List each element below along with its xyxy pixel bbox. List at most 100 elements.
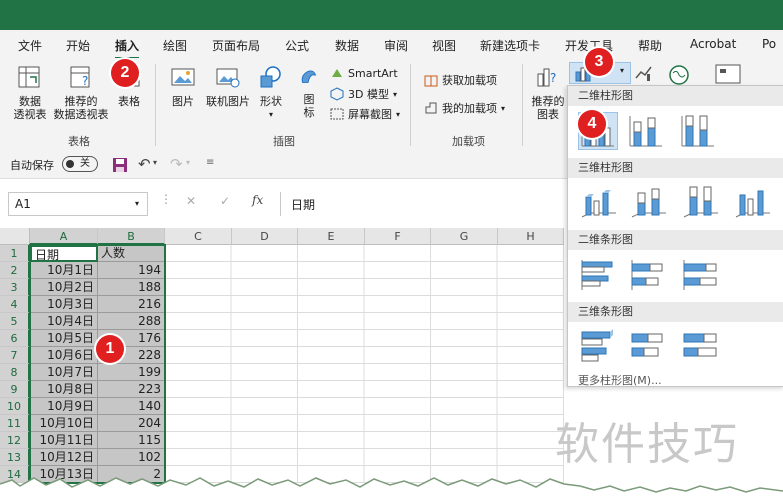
online-pictures-button[interactable]: 联机图片 — [203, 64, 253, 108]
date-cell[interactable]: 10月5日 — [30, 330, 98, 347]
row-header[interactable]: 11 — [0, 415, 30, 432]
column-header-e[interactable]: E — [298, 228, 365, 245]
date-cell[interactable]: 10月7日 — [30, 364, 98, 381]
autosave-toggle[interactable]: 关 — [62, 156, 98, 172]
select-all-corner[interactable] — [0, 228, 30, 245]
fx-icon[interactable]: fx — [252, 193, 263, 207]
empty-cells[interactable] — [165, 245, 564, 483]
column-header-g[interactable]: G — [431, 228, 498, 245]
column-header-f[interactable]: F — [365, 228, 431, 245]
tab-formulas[interactable]: 公式 — [285, 37, 309, 54]
row-header[interactable]: 13 — [0, 449, 30, 466]
row-header[interactable]: 10 — [0, 398, 30, 415]
save-icon[interactable] — [112, 157, 128, 173]
tab-file[interactable]: 文件 — [18, 37, 42, 54]
count-cell[interactable]: 194 — [98, 262, 165, 279]
tab-help[interactable]: 帮助 — [638, 37, 662, 54]
date-cell[interactable]: 10月6日 — [30, 347, 98, 364]
3d-clustered-column-icon[interactable] — [578, 183, 618, 221]
tab-power[interactable]: Po — [762, 37, 776, 51]
column-header-a[interactable]: A — [30, 228, 98, 245]
column-header-d[interactable]: D — [232, 228, 298, 245]
tab-acrobat[interactable]: Acrobat — [690, 37, 736, 51]
chevron-down-icon[interactable]: ▾ — [153, 158, 157, 167]
cancel-icon[interactable]: ✕ — [186, 194, 196, 208]
date-cell[interactable]: 10月11日 — [30, 432, 98, 449]
count-cell[interactable]: 288 — [98, 313, 165, 330]
column-header-b[interactable]: B — [98, 228, 165, 245]
date-cell[interactable]: 10月4日 — [30, 313, 98, 330]
date-cell[interactable]: 10月2日 — [30, 279, 98, 296]
date-cell[interactable]: 10月10日 — [30, 415, 98, 432]
smartart-button[interactable]: SmartArt — [330, 66, 398, 80]
3d-stacked-bar-icon[interactable] — [628, 326, 668, 364]
3d-100-stacked-bar-icon[interactable] — [680, 326, 720, 364]
pivot-chart-icon[interactable] — [714, 62, 744, 86]
row-header[interactable]: 2 — [0, 262, 30, 279]
count-cell[interactable]: 115 — [98, 432, 165, 449]
icons-button[interactable]: 图 标 — [296, 64, 322, 119]
recommended-charts-button[interactable]: ? 推荐的 图表 — [530, 64, 566, 121]
row-header[interactable]: 12 — [0, 432, 30, 449]
row-header[interactable]: 5 — [0, 313, 30, 330]
name-box[interactable]: A1 ▾ — [8, 192, 148, 216]
count-cell[interactable]: 188 — [98, 279, 165, 296]
3d-column-icon[interactable] — [732, 183, 772, 221]
column-header-c[interactable]: C — [165, 228, 232, 245]
clustered-bar-icon[interactable] — [578, 256, 618, 294]
count-cell[interactable]: 216 — [98, 296, 165, 313]
100-stacked-bar-icon[interactable] — [680, 256, 720, 294]
stacked-bar-icon[interactable] — [628, 256, 668, 294]
stacked-column-icon[interactable] — [626, 112, 666, 150]
row-header[interactable]: 4 — [0, 296, 30, 313]
cell-a1[interactable]: 日期 — [30, 245, 98, 262]
count-cell[interactable]: 102 — [98, 449, 165, 466]
shapes-button[interactable]: 形状 ▾ — [256, 64, 286, 121]
tab-new[interactable]: 新建选项卡 — [480, 37, 540, 54]
line-chart-icon[interactable] — [634, 64, 656, 82]
tab-home[interactable]: 开始 — [66, 37, 90, 54]
row-header[interactable]: 1 — [0, 245, 30, 262]
date-cell[interactable]: 10月1日 — [30, 262, 98, 279]
screenshot-button[interactable]: 屏幕截图 ▾ — [330, 106, 400, 122]
tab-review[interactable]: 审阅 — [384, 37, 408, 54]
tab-data[interactable]: 数据 — [335, 37, 359, 54]
tab-insert[interactable]: 插入 — [115, 37, 140, 59]
tab-draw[interactable]: 绘图 — [163, 37, 187, 54]
chevron-down-icon[interactable]: ▾ — [186, 158, 190, 167]
row-header[interactable]: 7 — [0, 347, 30, 364]
pivot-table-button[interactable]: 数据 透视表 — [8, 64, 52, 121]
tab-view[interactable]: 视图 — [432, 37, 456, 54]
chevron-down-icon[interactable]: ▾ — [620, 66, 624, 75]
chevron-down-icon[interactable]: ▾ — [135, 199, 139, 208]
get-addins-button[interactable]: 获取加载项 — [424, 72, 497, 88]
recommended-pivot-button[interactable]: ? 推荐的 数据透视表 — [52, 64, 110, 121]
customize-qat-icon[interactable]: ≡ — [206, 157, 214, 168]
redo-icon[interactable]: ↷ — [170, 155, 183, 173]
enter-icon[interactable]: ✓ — [220, 194, 230, 208]
100-stacked-column-icon[interactable] — [678, 112, 718, 150]
date-cell[interactable]: 10月9日 — [30, 398, 98, 415]
more-column-charts-item[interactable]: 更多柱形图(M)... — [568, 374, 783, 386]
3d-clustered-bar-icon[interactable] — [578, 326, 618, 364]
tab-page-layout[interactable]: 页面布局 — [212, 37, 260, 54]
formula-input[interactable]: 日期 — [280, 192, 581, 216]
count-cell[interactable]: 223 — [98, 381, 165, 398]
column-header-h[interactable]: H — [498, 228, 564, 245]
cell-b1[interactable]: 人数 — [98, 245, 165, 262]
count-cell[interactable]: 140 — [98, 398, 165, 415]
row-header[interactable]: 6 — [0, 330, 30, 347]
date-cell[interactable]: 10月8日 — [30, 381, 98, 398]
row-header[interactable]: 9 — [0, 381, 30, 398]
3d-100-stacked-column-icon[interactable] — [680, 183, 720, 221]
map-chart-icon[interactable] — [668, 64, 690, 86]
3d-model-button[interactable]: 3D 模型 ▾ — [330, 86, 397, 102]
date-cell[interactable]: 10月3日 — [30, 296, 98, 313]
count-cell[interactable]: 204 — [98, 415, 165, 432]
undo-icon[interactable]: ↶ — [138, 155, 151, 173]
pictures-button[interactable]: 图片 — [166, 64, 200, 108]
row-header[interactable]: 3 — [0, 279, 30, 296]
date-cell[interactable]: 10月12日 — [30, 449, 98, 466]
row-header[interactable]: 8 — [0, 364, 30, 381]
my-addins-button[interactable]: 我的加载项 ▾ — [424, 100, 505, 116]
